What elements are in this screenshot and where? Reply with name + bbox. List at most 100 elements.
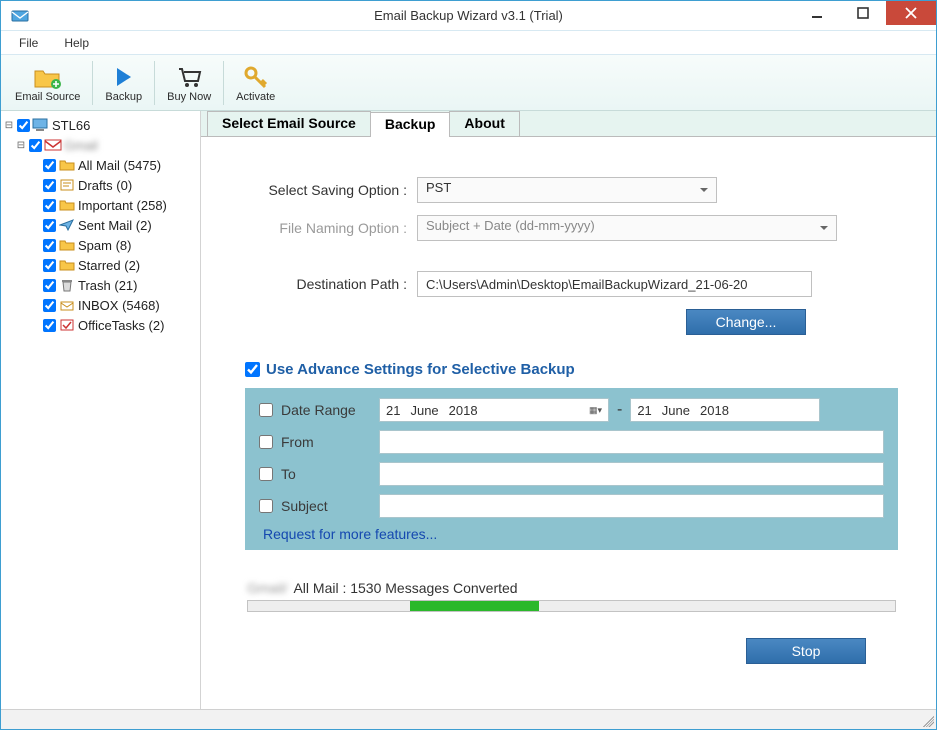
- tree-checkbox[interactable]: [43, 219, 56, 232]
- tree-label: Starred (2): [78, 258, 140, 273]
- naming-option-row: File Naming Option : Subject + Date (dd-…: [237, 215, 906, 241]
- date-range-label: Date Range: [281, 402, 371, 418]
- sent-icon: [58, 217, 76, 233]
- collapse-icon[interactable]: ⊟: [3, 120, 15, 131]
- main-area: ⊟ STL66 ⊟ Gmail All Mail (5475) Drafts (…: [1, 111, 936, 709]
- folder-icon: [58, 237, 76, 253]
- advance-checkbox[interactable]: [245, 362, 260, 377]
- tree-folder[interactable]: OfficeTasks (2): [3, 315, 198, 335]
- maximize-button[interactable]: [840, 1, 886, 25]
- naming-option-label: File Naming Option :: [237, 220, 417, 236]
- tree-checkbox[interactable]: [43, 259, 56, 272]
- status-bar: [1, 709, 936, 729]
- saving-option-select[interactable]: PST: [417, 177, 717, 203]
- tree-label: Drafts (0): [78, 178, 132, 193]
- tree-folder[interactable]: Spam (8): [3, 235, 198, 255]
- toolbar-separator: [154, 61, 155, 105]
- toolbar-buy-now[interactable]: Buy Now: [159, 57, 219, 109]
- tree-folder[interactable]: Trash (21): [3, 275, 198, 295]
- folder-plus-icon: [33, 63, 63, 91]
- change-button[interactable]: Change...: [686, 309, 806, 335]
- collapse-icon[interactable]: ⊟: [15, 140, 27, 151]
- date-year: 2018: [449, 403, 478, 418]
- menu-file[interactable]: File: [9, 34, 48, 52]
- cart-icon: [176, 63, 202, 91]
- toolbar-activate[interactable]: Activate: [228, 57, 283, 109]
- request-features-link[interactable]: Request for more features...: [263, 526, 884, 542]
- date-range-checkbox[interactable]: [259, 403, 273, 417]
- tree-checkbox[interactable]: [43, 159, 56, 172]
- close-button[interactable]: [886, 1, 936, 25]
- tree-label: Important (258): [78, 198, 167, 213]
- toolbar-label: Backup: [105, 91, 142, 103]
- backup-panel: Select Saving Option : PST File Naming O…: [201, 137, 936, 674]
- tab-select-source[interactable]: Select Email Source: [207, 111, 371, 136]
- tree-checkbox[interactable]: [43, 299, 56, 312]
- saving-option-label: Select Saving Option :: [237, 182, 417, 198]
- progress-bar: [247, 600, 896, 612]
- key-icon: [243, 63, 269, 91]
- status-prefix-blurred: Gmail/: [247, 580, 287, 596]
- advance-label: Use Advance Settings for Selective Backu…: [266, 361, 575, 378]
- tree-folder[interactable]: All Mail (5475): [3, 155, 198, 175]
- destination-label: Destination Path :: [237, 276, 417, 292]
- toolbar-separator: [223, 61, 224, 105]
- folder-tree: ⊟ STL66 ⊟ Gmail All Mail (5475) Drafts (…: [1, 111, 201, 709]
- tree-folder[interactable]: INBOX (5468): [3, 295, 198, 315]
- date-to-picker[interactable]: 21 June 2018: [630, 398, 820, 422]
- window-title: Email Backup Wizard v3.1 (Trial): [374, 8, 563, 23]
- tab-strip: Select Email Source Backup About: [201, 111, 936, 137]
- computer-icon: [32, 117, 50, 133]
- tree-folder[interactable]: Important (258): [3, 195, 198, 215]
- tree-label: Trash (21): [78, 278, 137, 293]
- tree-checkbox[interactable]: [43, 279, 56, 292]
- subject-checkbox[interactable]: [259, 499, 273, 513]
- tree-label: All Mail (5475): [78, 158, 161, 173]
- toolbar-backup[interactable]: Backup: [97, 57, 150, 109]
- date-range-row: Date Range 21 June 2018 ▦▾ - 21 June 201…: [259, 398, 884, 422]
- progress-fill: [410, 601, 539, 611]
- toolbar-label: Email Source: [15, 91, 80, 103]
- tab-backup[interactable]: Backup: [370, 112, 451, 137]
- folder-icon: [58, 197, 76, 213]
- minimize-button[interactable]: [794, 1, 840, 25]
- date-from-picker[interactable]: 21 June 2018 ▦▾: [379, 398, 609, 422]
- tree-account[interactable]: ⊟ Gmail: [3, 135, 198, 155]
- tree-folder[interactable]: Sent Mail (2): [3, 215, 198, 235]
- from-input[interactable]: [379, 430, 884, 454]
- stop-button[interactable]: Stop: [746, 638, 866, 664]
- tree-checkbox[interactable]: [43, 319, 56, 332]
- saving-option-row: Select Saving Option : PST: [237, 177, 906, 203]
- to-checkbox[interactable]: [259, 467, 273, 481]
- to-input[interactable]: [379, 462, 884, 486]
- tree-checkbox[interactable]: [43, 179, 56, 192]
- tree-root[interactable]: ⊟ STL66: [3, 115, 198, 135]
- status-row: Gmail/ All Mail : 1530 Messages Converte…: [247, 580, 896, 596]
- menu-help[interactable]: Help: [54, 34, 99, 52]
- tab-about[interactable]: About: [449, 111, 519, 136]
- date-day: 21: [386, 403, 400, 418]
- tree-checkbox[interactable]: [43, 199, 56, 212]
- tree-checkbox[interactable]: [43, 239, 56, 252]
- subject-input[interactable]: [379, 494, 884, 518]
- tree-checkbox[interactable]: [17, 119, 30, 132]
- destination-input[interactable]: [417, 271, 812, 297]
- tree-folder[interactable]: Starred (2): [3, 255, 198, 275]
- toolbar-email-source[interactable]: Email Source: [7, 57, 88, 109]
- naming-option-select[interactable]: Subject + Date (dd-mm-yyyy): [417, 215, 837, 241]
- calendar-dropdown-icon[interactable]: ▦▾: [589, 405, 602, 416]
- toolbar-label: Buy Now: [167, 91, 211, 103]
- date-day: 21: [637, 403, 651, 418]
- advance-settings-toggle[interactable]: Use Advance Settings for Selective Backu…: [245, 361, 906, 378]
- tree-folder[interactable]: Drafts (0): [3, 175, 198, 195]
- inbox-icon: [58, 297, 76, 313]
- date-year: 2018: [700, 403, 729, 418]
- tasks-icon: [58, 317, 76, 333]
- content-area: Select Email Source Backup About Select …: [201, 111, 936, 709]
- from-checkbox[interactable]: [259, 435, 273, 449]
- status-text: All Mail : 1530 Messages Converted: [293, 580, 517, 596]
- tree-checkbox[interactable]: [29, 139, 42, 152]
- resize-grip-icon[interactable]: [920, 713, 934, 727]
- date-month: June: [410, 403, 438, 418]
- tree-label: INBOX (5468): [78, 298, 160, 313]
